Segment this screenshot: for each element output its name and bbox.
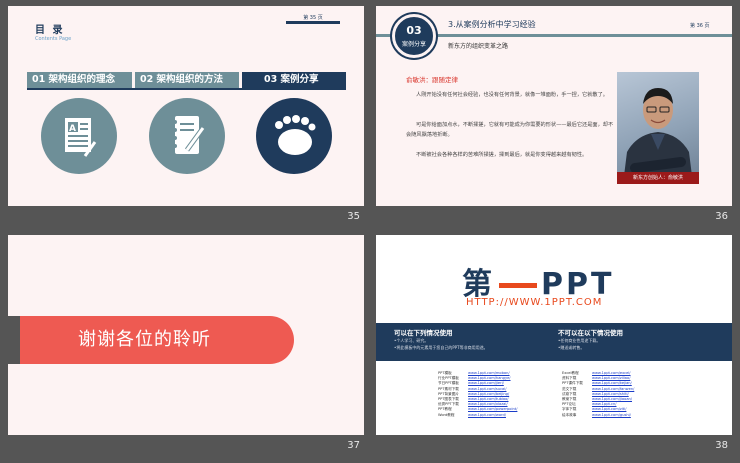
link[interactable]: www.1ppt.com/xiazai/ [468,402,508,406]
quote-paragraph: 人刚开始没有任何社会经验，也没有任何背景，就像一堆面粉，手一捏，它就散了。 [416,92,608,98]
forbidden-item: •任何商业性用途下载。 [558,338,601,343]
svg-text:A: A [69,124,76,134]
divider [27,88,346,90]
link[interactable]: www.1ppt.com/hangye/ [468,376,511,380]
link[interactable]: www.1ppt.com/kejian/ [592,381,632,385]
slide-thumbnail-36[interactable]: 03 案例分享 3.从案例分析中学习经验 第 36 页 新东方的组织变革之路 俞… [376,6,732,228]
link[interactable]: www.1ppt.com/jiaoan/ [592,397,632,401]
page-label: 第 35 页 [286,10,340,24]
site-url[interactable]: HTTP://WWW.1PPT.COM [466,297,602,308]
slide-title: 目 录 [35,25,65,36]
link[interactable]: www.1ppt.com/powerpoint/ [468,407,517,411]
link[interactable]: www.1ppt.com/ziliao/ [592,376,630,380]
document-icon: A [41,98,117,174]
quote-paragraph: 可是你给面加点水，不断揉搓，它就有可能成为你需要的形状——最后它还是面，却不会随… [406,122,614,138]
slide-thumbnail-38[interactable]: 第 PPT HTTP://WWW.1PPT.COM 可以在下列情况使用 不可以在以… [376,235,732,457]
link[interactable]: www.1ppt.com/ziti/ [592,407,626,411]
link[interactable]: www.1ppt.com/excel/ [592,371,631,375]
link[interactable]: www.1ppt.com/word/ [468,413,506,417]
section-badge: 03 案例分享 [392,14,436,58]
tab-architecture-method: 02 架构组织的方法 [135,72,239,88]
slide-35-canvas[interactable]: 目 录 Contents Page 第 35 页 01 架构组织的理念 02 架… [8,6,364,206]
quote-heading: 俞敏洪：跟随定律 [406,76,458,84]
slide-37-canvas[interactable]: 谢谢各位的聆听 [8,235,364,435]
slide-number: 36 [715,211,728,222]
portrait-photo [617,72,699,184]
slide-number: 37 [347,440,360,451]
forbidden-title: 不可以在以下情况使用 [558,329,623,337]
allowed-item: •将此模板中的元素用于您自己的PPT等非商用用途。 [394,345,488,350]
banner-edge [8,316,20,364]
thanks-text: 谢谢各位的聆听 [78,329,211,350]
link[interactable]: www.1ppt.cn/ [592,402,617,406]
allowed-item: •个人学习、研究。 [394,338,429,343]
slide-subtitle: 新东方的组织变革之路 [448,43,509,50]
link-list-right: Excel教程 www.1ppt.com/excel/ 资料下载 www.1ppt.… [562,371,634,418]
link[interactable]: www.1ppt.com/jieri/ [468,381,504,385]
allowed-title: 可以在下列情况使用 [394,329,453,337]
photo-caption: 新东方创始人：俞敏洪 [617,172,699,184]
logo-dash [499,283,537,288]
link-list-left: PPT模板 www.1ppt.com/moban/ 行业PPT模板 www.1ppt… [438,371,517,418]
notebook-pencil-icon [149,98,225,174]
slide-number: 35 [347,211,360,222]
link[interactable]: www.1ppt.com/shiti/ [592,392,629,396]
slide-number: 38 [715,440,728,451]
link[interactable]: www.1ppt.com/moban/ [468,371,510,375]
link[interactable]: www.1ppt.com/sucai/ [468,387,506,391]
quote-paragraph: 不断被社会各种各样的苦难所揉搓，揉到最后，就是你变得越来越有韧性。 [416,152,588,158]
slide-thumbnail-35[interactable]: 目 录 Contents Page 第 35 页 01 架构组织的理念 02 架… [8,6,364,228]
slide-38-canvas[interactable]: 第 PPT HTTP://WWW.1PPT.COM 可以在下列情况使用 不可以在以… [376,235,732,435]
link-row: Word教程 www.1ppt.com/word/ [438,412,506,417]
page-label: 第 36 页 [690,23,710,29]
link[interactable]: www.1ppt.com/gushi/ [592,413,631,417]
badge-label: 案例分享 [401,41,426,48]
link[interactable]: www.1ppt.com/fanwen/ [592,387,634,391]
tab-case-sharing: 03 案例分享 [242,72,346,88]
slide-36-canvas[interactable]: 03 案例分享 3.从案例分析中学习经验 第 36 页 新东方的组织变革之路 俞… [376,6,732,206]
slide-title: 3.从案例分析中学习经验 [448,20,536,29]
tab-architecture-concept: 01 架构组织的理念 [27,72,132,88]
link-row: 绘本故事 www.1ppt.com/gushi/ [562,412,631,417]
footprint-icon [256,98,332,174]
link[interactable]: www.1ppt.com/beijing/ [468,392,509,396]
link[interactable]: www.1ppt.com/tubiao/ [468,397,509,401]
badge-number: 03 [406,24,422,37]
forbidden-item: •赠送或转售。 [558,345,585,350]
slide-thumbnail-37[interactable]: 谢谢各位的聆听 37 [8,235,364,457]
slide-subtitle: Contents Page [35,36,72,42]
